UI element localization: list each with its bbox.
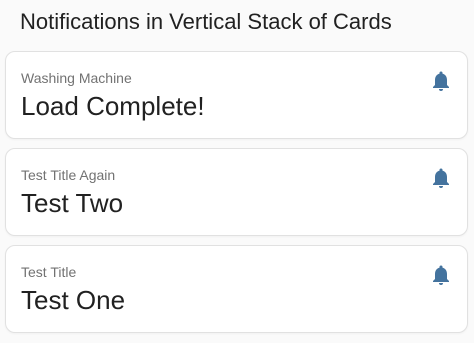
card-label: Test Title: [21, 264, 77, 280]
card-label: Washing Machine: [21, 70, 132, 86]
bell-icon[interactable]: [429, 166, 453, 190]
card-value: Test One: [21, 285, 126, 315]
card-value: Test Two: [21, 188, 124, 218]
notification-card[interactable]: Washing Machine Load Complete!: [5, 51, 468, 139]
card-stack: Washing Machine Load Complete! Test Titl…: [5, 51, 468, 342]
notification-card[interactable]: Test Title Again Test Two: [5, 148, 468, 236]
card-label: Test Title Again: [21, 167, 116, 183]
card-value: Load Complete!: [21, 91, 205, 121]
bell-icon[interactable]: [429, 69, 453, 93]
bell-icon[interactable]: [429, 263, 453, 287]
page-title: Notifications in Vertical Stack of Cards: [20, 9, 392, 34]
notification-card[interactable]: Test Title Test One: [5, 245, 468, 333]
